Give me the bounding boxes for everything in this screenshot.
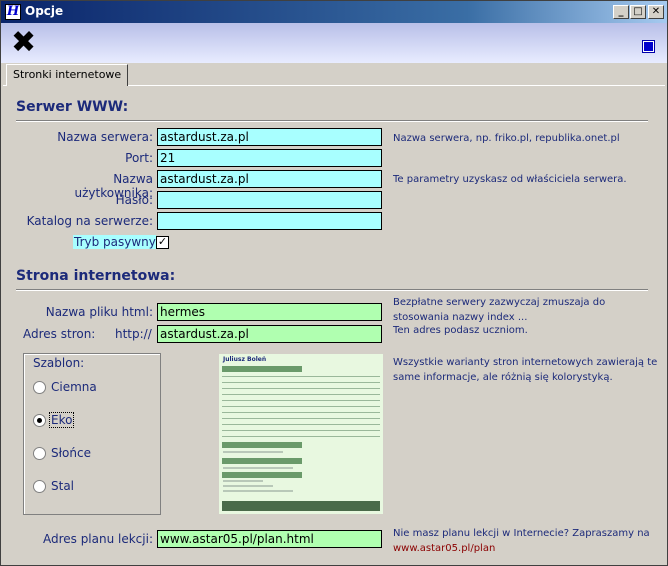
- templates-note: Wszystkie warianty stron internetowych z…: [393, 357, 658, 383]
- password-input[interactable]: [157, 191, 382, 209]
- template-radio-slonce[interactable]: [33, 447, 46, 460]
- server-name-label: Nazwa serwera:: [57, 130, 153, 144]
- close-icon[interactable]: ✖: [11, 26, 36, 60]
- server-params-note: Te parametry uzyskasz od właściciela ser…: [393, 174, 627, 185]
- passive-mode-label: Tryb pasywny: [73, 235, 156, 249]
- preview-line: [222, 418, 380, 419]
- maximize-icon: □: [633, 6, 643, 17]
- server-name-note: Nazwa serwera, np. friko.pl, republika.o…: [393, 133, 620, 144]
- preview-line: [222, 406, 380, 407]
- template-radio-eko[interactable]: [33, 414, 46, 427]
- address-note: Ten adres podasz uczniom.: [393, 325, 528, 336]
- preview-line: [222, 400, 380, 401]
- server-heading: Serwer WWW:: [16, 99, 129, 115]
- site-divider: [16, 289, 648, 291]
- preview-text: [223, 451, 283, 453]
- options-window: H Opcje _ □ ✕ ✖ Stronki internetowe Serw…: [0, 0, 668, 566]
- plan-link[interactable]: www.astar05.pl/plan: [393, 541, 663, 556]
- preview-bar: [222, 458, 302, 464]
- preview-text: [223, 480, 263, 482]
- address-input[interactable]: astardust.za.pl: [157, 325, 382, 343]
- template-label-slonce[interactable]: Słońce: [51, 446, 91, 460]
- plan-input[interactable]: www.astar05.pl/plan.html: [157, 530, 382, 548]
- maximize-button[interactable]: □: [630, 5, 646, 19]
- plan-note-text: Nie masz planu lekcji w Internecie? Zapr…: [393, 528, 650, 539]
- preview-line: [222, 382, 380, 383]
- preview-line: [222, 436, 380, 437]
- port-input[interactable]: 21: [157, 149, 382, 167]
- minimize-button[interactable]: _: [613, 5, 629, 19]
- template-radio-ciemna[interactable]: [33, 381, 46, 394]
- minimize-icon: _: [618, 6, 624, 17]
- close-window-button[interactable]: ✕: [648, 5, 664, 19]
- close-window-icon: ✕: [651, 6, 661, 17]
- port-label: Port:: [125, 151, 153, 165]
- preview-bar: [222, 442, 302, 448]
- server-divider: [16, 120, 648, 122]
- template-label-ciemna[interactable]: Ciemna: [51, 380, 97, 394]
- address-prefix: http://: [115, 327, 152, 341]
- preview-line: [222, 376, 380, 377]
- filename-note: Bezpłatne serwery zazwyczaj zmuszaja do …: [393, 297, 606, 323]
- folder-input[interactable]: [157, 212, 382, 230]
- preview-title: Juliusz Boleń: [223, 356, 267, 363]
- filename-label: Nazwa pliku html:: [45, 305, 153, 319]
- preview-footer: [222, 501, 380, 511]
- template-label-stal[interactable]: Stal: [51, 479, 74, 493]
- server-name-input[interactable]: astardust.za.pl: [157, 128, 382, 146]
- preview-line: [222, 424, 380, 425]
- filename-input[interactable]: hermes: [157, 303, 382, 321]
- app-icon: H: [5, 4, 21, 20]
- folder-label: Katalog na serwerze:: [26, 214, 153, 228]
- template-preview-image: Juliusz Boleń: [219, 354, 383, 514]
- template-radio-stal[interactable]: [33, 480, 46, 493]
- password-label: Hasło:: [115, 193, 153, 207]
- site-heading: Strona internetowa:: [16, 268, 176, 284]
- template-label-eko[interactable]: Eko: [49, 412, 75, 428]
- plan-note: Nie masz planu lekcji w Internecie? Zapr…: [393, 526, 663, 556]
- preview-line: [222, 430, 380, 431]
- tab-stronki-internetowe[interactable]: Stronki internetowe: [6, 64, 129, 86]
- preview-bar: [222, 366, 302, 372]
- title-bar[interactable]: H Opcje _ □ ✕: [1, 1, 667, 23]
- username-input[interactable]: astardust.za.pl: [157, 170, 382, 188]
- preview-line: [222, 388, 380, 389]
- template-group-label: Szablon:: [31, 356, 87, 370]
- preview-line: [222, 394, 380, 395]
- plan-label: Adres planu lekcji:: [42, 532, 153, 546]
- preview-bar: [222, 472, 302, 478]
- address-label: Adres stron:: [23, 327, 96, 341]
- window-title: Opcje: [25, 4, 64, 18]
- passive-mode-checkbox[interactable]: ✓: [156, 236, 169, 249]
- preview-line: [222, 412, 380, 413]
- preview-text: [223, 467, 293, 469]
- toolbar: ✖: [1, 23, 667, 63]
- preview-text: [223, 490, 293, 492]
- preview-text: [223, 485, 273, 487]
- indicator-icon: [643, 41, 654, 52]
